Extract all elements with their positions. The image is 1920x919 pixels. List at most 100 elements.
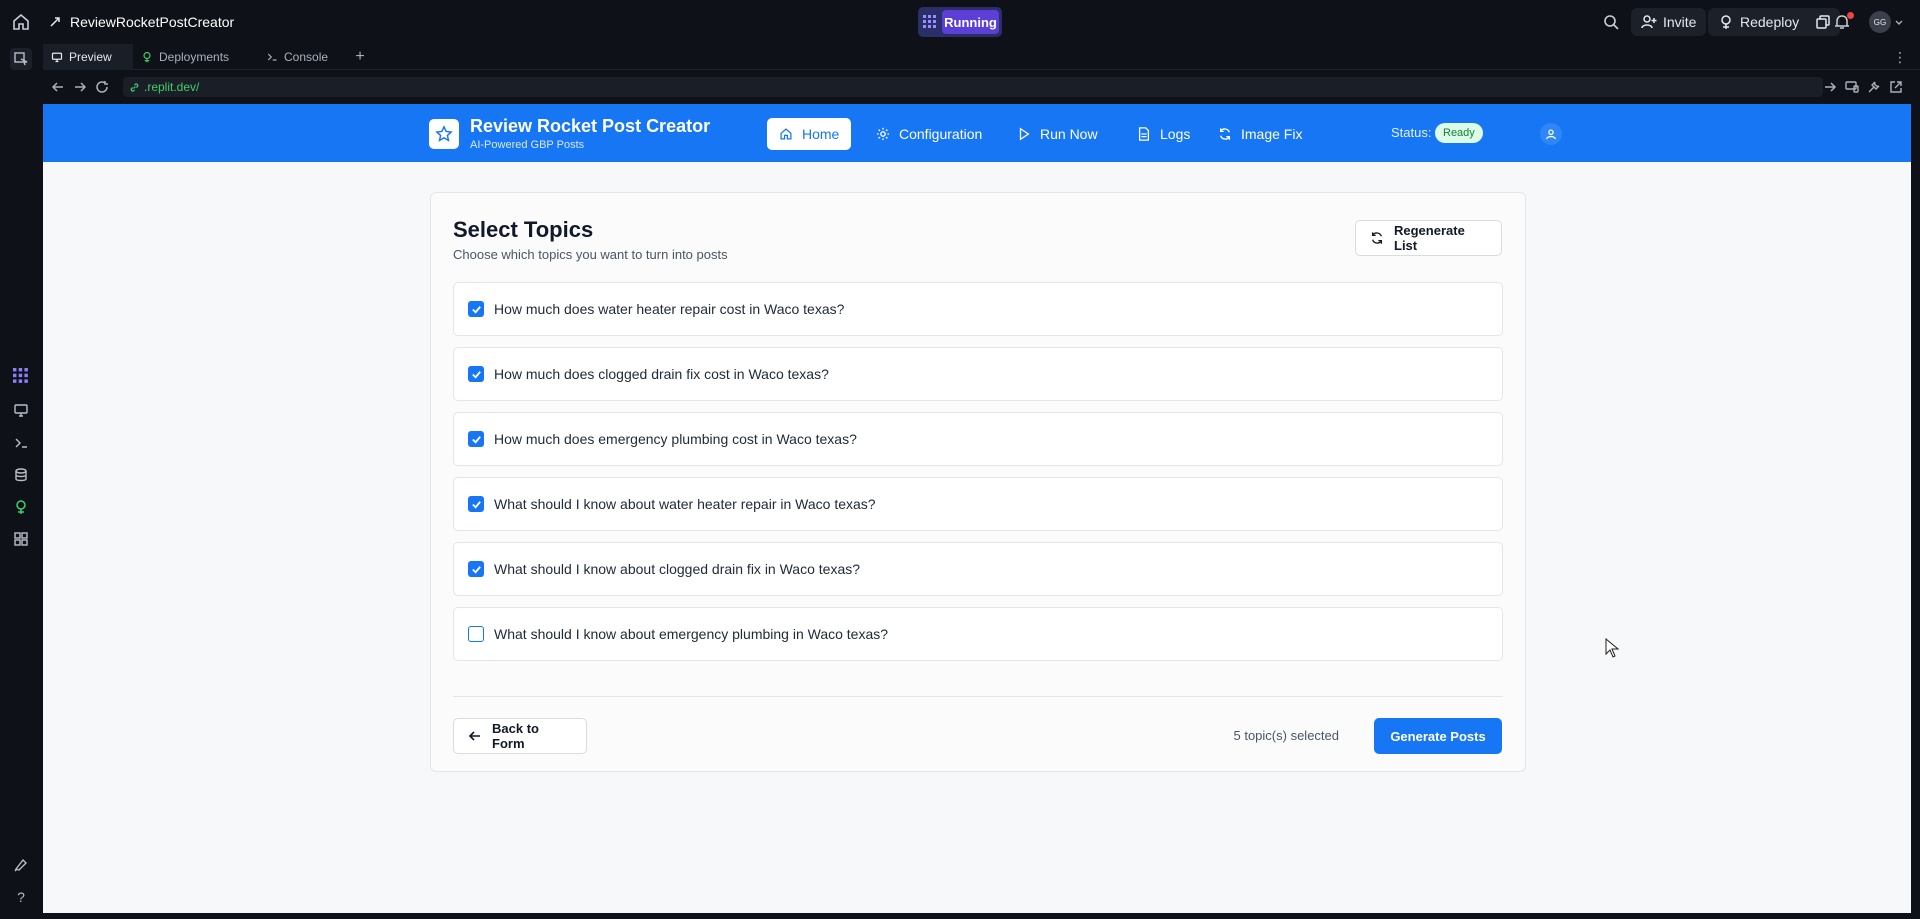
terminal-icon [266,51,278,63]
topic-text: How much does emergency plumbing cost in… [494,431,857,447]
document-icon [1137,127,1151,141]
chevron-down-icon[interactable] [1895,20,1903,26]
run-status-button[interactable]: Running [918,7,1002,37]
help-icon[interactable]: ? [11,887,31,907]
home-icon [779,127,793,141]
topic-row[interactable]: How much does water heater repair cost i… [453,282,1503,336]
status-badge: Ready [1435,123,1483,143]
topic-checkbox[interactable] [468,496,484,512]
replit-agent-icon[interactable] [11,366,31,386]
nav-image-fix[interactable]: Image Fix [1206,118,1314,150]
nav-label: Image Fix [1241,126,1303,142]
redeploy-label: Redeploy [1740,14,1800,30]
nav-label: Home [802,126,840,142]
topic-checkbox[interactable] [468,301,484,317]
deployments-icon[interactable] [11,497,31,517]
selected-count: 5 topic(s) selected [1233,728,1340,743]
arrow-left-icon [468,729,482,743]
topic-checkbox[interactable] [468,561,484,577]
new-tab-plus-icon[interactable]: + [348,44,372,70]
back-arrow-icon[interactable] [51,80,65,94]
home-icon[interactable] [11,12,31,32]
status-label: Status: [1391,125,1432,140]
nav-logs[interactable]: Logs [1125,118,1202,150]
topic-row[interactable]: What should I know about water heater re… [453,477,1503,531]
tab-deployments[interactable]: Deployments [133,44,253,70]
url-input[interactable]: .replit.dev/ [123,77,1823,97]
tab-console[interactable]: Console [258,44,338,70]
replit-topbar: ReviewRocketPostCreator Running Invite R… [0,0,1920,44]
workspace-tabbar: Preview Deployments Console + ⋮ [43,44,1920,70]
back-to-form-button[interactable]: Back to Form [453,718,587,754]
topic-text: How much does water heater repair cost i… [494,301,845,317]
project-name[interactable]: ReviewRocketPostCreator [70,14,234,30]
notification-bell-icon[interactable] [1833,12,1854,31]
topic-checkbox[interactable] [468,431,484,447]
topic-row[interactable]: How much does emergency plumbing cost in… [453,412,1503,466]
nav-label: Logs [1160,126,1191,142]
monitor-icon[interactable] [11,400,31,420]
reload-icon[interactable] [95,80,109,94]
topic-row[interactable]: How much does clogged drain fix cost in … [453,347,1503,401]
database-icon[interactable] [11,465,31,485]
topic-checkbox[interactable] [468,366,484,382]
url-text: .replit.dev/ [144,80,200,94]
add-user-icon [1641,14,1657,30]
generate-posts-button[interactable]: Generate Posts [1374,718,1502,754]
monitor-icon [51,51,63,63]
apps-grid-icon[interactable] [11,529,31,549]
whats-new-icon[interactable] [11,855,31,875]
app-title: Review Rocket Post Creator [470,116,711,136]
devtools-wrench-icon[interactable] [1867,80,1881,94]
notification-dot [1847,12,1854,19]
nav-configuration[interactable]: Configuration [864,118,994,150]
star-logo-icon [429,119,459,149]
topic-row[interactable]: What should I know about emergency plumb… [453,607,1503,661]
nav-label: Configuration [899,126,983,142]
card-divider [453,696,1503,697]
devices-icon[interactable] [1845,80,1859,94]
run-status-label: Running [942,10,999,34]
topic-text: How much does clogged drain fix cost in … [494,366,829,382]
topic-row[interactable]: What should I know about clogged drain f… [453,542,1503,596]
copy-icon[interactable] [1816,15,1830,29]
topic-text: What should I know about emergency plumb… [494,626,889,642]
tab-menu-kebab-icon[interactable]: ⋮ [1888,44,1912,70]
refresh-icon [1218,127,1232,141]
invite-label: Invite [1663,14,1697,30]
search-icon[interactable] [1602,13,1620,31]
tab-label: Deployments [159,50,230,64]
card-title: Select Topics [453,217,594,242]
topic-text: What should I know about water heater re… [494,496,876,512]
back-label: Back to Form [492,721,539,751]
nav-home[interactable]: Home [767,118,852,150]
topic-checkbox[interactable] [468,626,484,642]
redeploy-button[interactable]: Redeploy [1708,8,1840,36]
topic-text: What should I know about clogged drain f… [494,561,861,577]
avatar[interactable]: GG [1869,11,1891,33]
cursor-select-icon[interactable] [10,48,32,70]
invite-button[interactable]: Invite [1631,8,1707,36]
forward-arrow-icon[interactable] [73,80,87,94]
play-icon [1017,127,1031,141]
tab-preview[interactable]: Preview [43,44,133,70]
preview-urlbar: .replit.dev/ [43,70,1920,104]
regenerate-label: Regenerate List [1394,223,1465,253]
refresh-icon [1370,231,1384,245]
run-grid-icon [918,7,942,37]
nav-label: Run Now [1040,126,1098,142]
regenerate-list-button[interactable]: Regenerate List [1355,220,1502,256]
tab-label: Console [284,50,329,64]
mouse-cursor-icon [1605,638,1619,658]
user-profile-icon[interactable] [1540,123,1562,145]
terminal-icon[interactable] [11,433,31,453]
tab-label: Preview [69,50,112,64]
left-rail: ? [0,44,43,919]
deploy-icon [1718,14,1734,30]
select-topics-card: Select Topics Choose which topics you wa… [430,192,1526,772]
link-icon [129,82,140,93]
open-arrow-icon[interactable] [1823,80,1837,94]
nav-run-now[interactable]: Run Now [1005,118,1110,150]
open-new-window-icon[interactable] [1889,80,1903,94]
gear-icon [876,127,890,141]
